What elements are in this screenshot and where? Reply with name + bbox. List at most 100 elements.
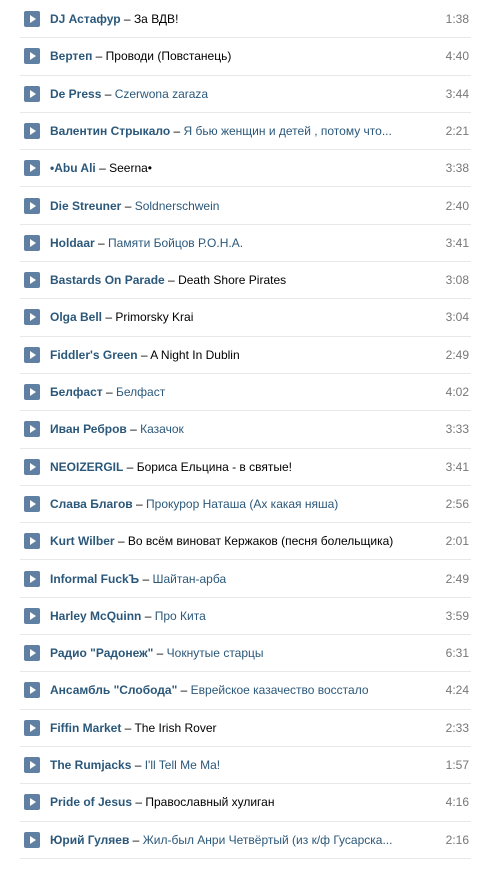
track-title[interactable]: Бориса Ельцина - в святые!: [137, 460, 292, 474]
track-row[interactable]: Die Streuner – Soldnerschwein 2:40: [0, 188, 488, 225]
track-title[interactable]: Czerwona zaraza: [115, 87, 208, 101]
track-artist[interactable]: Die Streuner: [50, 199, 121, 213]
track-title[interactable]: A Night In Dublin: [150, 348, 239, 362]
separator-dash: –: [126, 422, 141, 437]
track-title[interactable]: Чокнутые старцы: [167, 646, 264, 660]
track-row[interactable]: Informal FuckЪ – Шайтан-арба 2:49: [0, 561, 488, 598]
track-title[interactable]: За ВДВ!: [134, 12, 178, 26]
track-artist[interactable]: De Press: [50, 87, 101, 101]
track-row[interactable]: Fiffin Market – The Irish Rover 2:33: [0, 710, 488, 747]
play-icon[interactable]: [24, 458, 40, 475]
play-icon[interactable]: [24, 533, 40, 550]
play-icon[interactable]: [24, 794, 40, 811]
play-icon[interactable]: [24, 570, 40, 587]
track-title[interactable]: Seerna•: [109, 161, 152, 175]
track-artist[interactable]: NEOIZERGIL: [50, 460, 123, 474]
track-artist[interactable]: Fiddler's Green: [50, 348, 138, 362]
track-row[interactable]: Harley McQuinn – Про Кита 3:59: [0, 598, 488, 636]
track-title[interactable]: Во всём виноват Кержаков (песня болельщи…: [128, 534, 393, 548]
track-artist[interactable]: Olga Bell: [50, 310, 102, 324]
track-row[interactable]: Вертеп – Проводи (Повстанець) 4:40: [0, 38, 488, 76]
track-artist[interactable]: Валентин Стрыкало: [50, 124, 170, 138]
play-icon[interactable]: [24, 757, 40, 773]
track-row[interactable]: Fiddler's Green – A Night In Dublin 2:49: [0, 337, 488, 374]
track-title[interactable]: Я бью женщин и детей , потому что...: [184, 124, 392, 138]
track-row[interactable]: The Rumjacks – I'll Tell Me Ma! 1:57: [0, 747, 488, 785]
track-artist[interactable]: •Abu Ali: [50, 161, 96, 175]
track-artist[interactable]: Юрий Гуляев: [50, 833, 129, 847]
track-row[interactable]: De Press – Czerwona zaraza 3:44: [0, 76, 488, 113]
track-title[interactable]: Еврейское казачество восстало: [191, 683, 369, 697]
track-title[interactable]: Про Кита: [155, 609, 206, 623]
track-artist[interactable]: Kurt Wilber: [50, 534, 115, 548]
track-title[interactable]: Шайтан-арба: [152, 572, 226, 586]
track-info: The Rumjacks – I'll Tell Me Ma!: [50, 758, 418, 773]
play-icon[interactable]: [24, 48, 40, 65]
track-title[interactable]: Памяти Бойцов Р.О.Н.А.: [108, 236, 243, 250]
play-icon[interactable]: [24, 11, 40, 27]
track-artist[interactable]: Fiffin Market: [50, 721, 121, 735]
play-icon[interactable]: [24, 645, 40, 662]
track-title[interactable]: Primorsky Krai: [115, 310, 193, 324]
track-artist[interactable]: Иван Ребров: [50, 422, 127, 436]
track-duration: 6:31: [445, 646, 469, 661]
play-icon[interactable]: [24, 85, 40, 102]
play-icon[interactable]: [24, 421, 40, 438]
track-row[interactable]: Юрий Гуляев – Жил-был Анри Четвёртый (из…: [0, 822, 488, 859]
track-title[interactable]: Death Shore Pirates: [178, 273, 286, 287]
track-artist[interactable]: Bastards On Parade: [50, 273, 165, 287]
track-artist[interactable]: Ансамбль "Слобода": [50, 683, 177, 697]
track-duration: 2:16: [445, 832, 469, 847]
play-icon[interactable]: [24, 607, 40, 624]
track-row[interactable]: Holdaar – Памяти Бойцов Р.О.Н.А. 3:41: [0, 225, 488, 263]
track-title[interactable]: Жил-был Анри Четвёртый (из к/ф Гусарска.…: [143, 833, 393, 847]
play-icon[interactable]: [24, 122, 40, 139]
track-artist[interactable]: Pride of Jesus: [50, 795, 132, 809]
play-icon[interactable]: [24, 719, 40, 736]
track-row[interactable]: Валентин Стрыкало – Я бью женщин и детей…: [0, 113, 488, 151]
track-row[interactable]: DJ Астафур – За ВДВ! 1:38: [0, 1, 488, 39]
play-icon[interactable]: [24, 346, 40, 363]
track-row[interactable]: Pride of Jesus – Православный хулиган 4:1…: [0, 784, 488, 822]
track-title[interactable]: Казачок: [140, 422, 184, 436]
track-artist[interactable]: Holdaar: [50, 236, 95, 250]
track-row[interactable]: Ансамбль "Слобода" – Еврейское казачеств…: [0, 672, 488, 710]
track-row[interactable]: •Abu Ali – Seerna• 3:38: [0, 150, 488, 188]
track-artist[interactable]: DJ Астафур: [50, 12, 121, 26]
play-icon[interactable]: [24, 197, 40, 214]
track-row[interactable]: Иван Ребров – Казачок 3:33: [0, 411, 488, 449]
track-title[interactable]: Прокурор Наташа (Ах какая няша): [146, 497, 338, 511]
play-icon[interactable]: [24, 160, 40, 177]
track-row[interactable]: Bastards On Parade – Death Shore Pirates…: [0, 262, 488, 300]
track-title[interactable]: Soldnerschwein: [135, 199, 220, 213]
track-title[interactable]: Проводи (Повстанець): [106, 49, 232, 63]
track-title[interactable]: Православный хулиган: [145, 795, 274, 809]
track-title[interactable]: The Irish Rover: [134, 721, 216, 735]
play-icon[interactable]: [24, 495, 40, 512]
track-row[interactable]: Радио "Радонеж" – Чокнутые старцы 6:31: [0, 635, 488, 673]
separator-dash: –: [102, 385, 116, 399]
track-artist[interactable]: Слава Благов: [50, 497, 133, 511]
play-icon[interactable]: [24, 682, 40, 699]
track-row[interactable]: Белфаст – Белфаст 4:02: [0, 374, 488, 412]
track-title[interactable]: Белфаст: [116, 385, 165, 399]
track-row[interactable]: Kurt Wilber – Во всём виноват Кержаков (…: [0, 523, 488, 561]
play-icon[interactable]: [24, 309, 40, 326]
track-artist[interactable]: Радио "Радонеж": [50, 646, 153, 660]
play-icon[interactable]: [24, 384, 40, 400]
track-title[interactable]: I'll Tell Me Ma!: [145, 758, 220, 772]
track-artist[interactable]: The Rumjacks: [50, 758, 131, 772]
track-artist[interactable]: Вертеп: [50, 49, 92, 63]
track-duration: 2:49: [445, 571, 469, 586]
track-artist[interactable]: Informal FuckЪ: [50, 572, 139, 586]
track-row[interactable]: Olga Bell – Primorsky Krai 3:04: [0, 299, 488, 337]
track-artist[interactable]: Harley McQuinn: [50, 609, 141, 623]
play-icon[interactable]: [24, 831, 40, 848]
track-row[interactable]: NEOIZERGIL – Бориса Ельцина - в святые! 3…: [0, 449, 488, 486]
separator-dash: –: [137, 347, 151, 362]
play-icon[interactable]: [24, 234, 40, 251]
track-row[interactable]: Слава Благов – Прокурор Наташа (Ах какая…: [0, 486, 488, 524]
play-icon[interactable]: [24, 272, 40, 289]
track-info: Белфаст – Белфаст: [50, 385, 418, 400]
track-artist[interactable]: Белфаст: [50, 385, 103, 399]
